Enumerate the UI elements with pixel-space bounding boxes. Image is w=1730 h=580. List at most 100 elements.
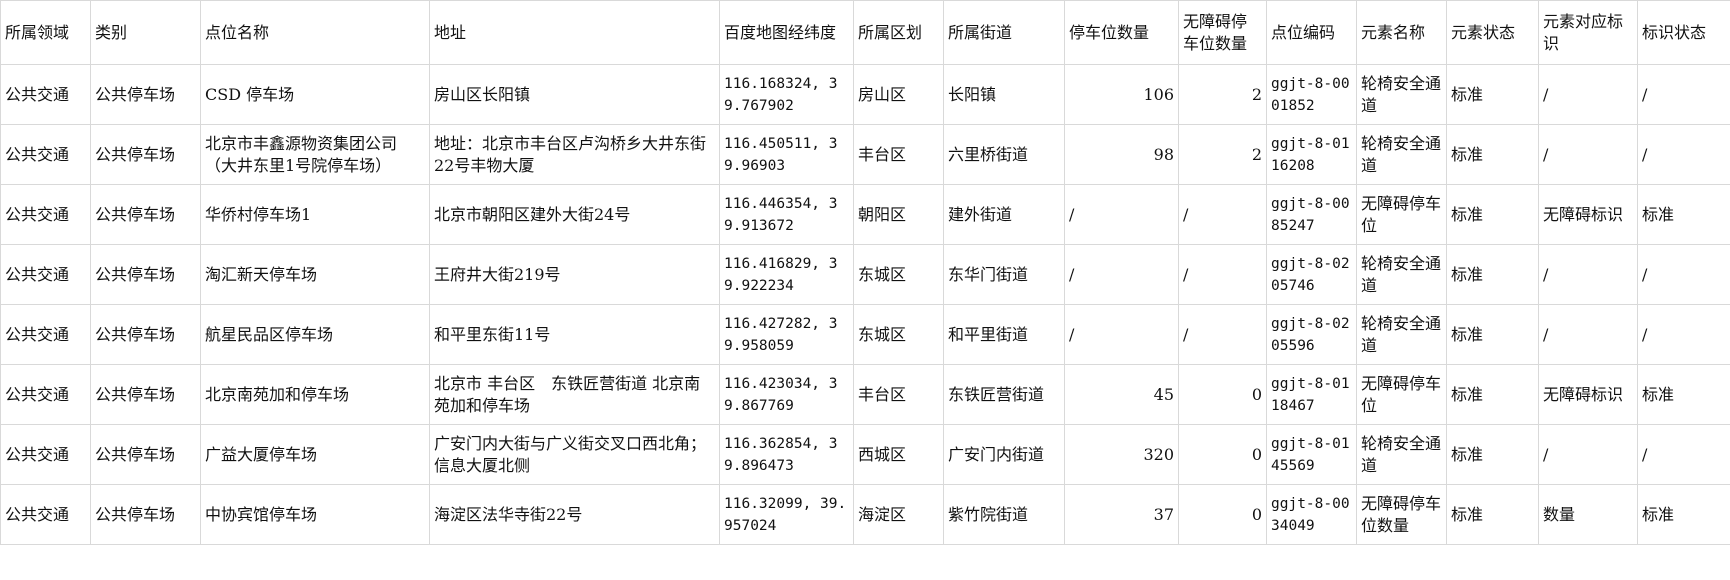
header-cell[interactable]: 类别 <box>90 0 201 65</box>
cell-domain[interactable]: 公共交通 <box>0 124 91 185</box>
cell-street[interactable]: 六里桥街道 <box>943 124 1065 185</box>
header-cell[interactable]: 所属街道 <box>943 0 1065 65</box>
cell-district[interactable]: 朝阳区 <box>853 184 944 245</box>
cell-parking-count[interactable]: 98 <box>1064 124 1179 185</box>
header-cell[interactable]: 标识状态 <box>1637 0 1730 65</box>
cell-accessible-count[interactable]: 2 <box>1178 64 1267 125</box>
cell-parking-count[interactable]: 106 <box>1064 64 1179 125</box>
cell-coordinates[interactable]: 116.32099, 39.957024 <box>719 484 854 545</box>
header-cell[interactable]: 所属区划 <box>853 0 944 65</box>
cell-street[interactable]: 东铁匠营街道 <box>943 364 1065 425</box>
cell-category[interactable]: 公共停车场 <box>90 304 201 365</box>
header-cell[interactable]: 点位编码 <box>1266 0 1357 65</box>
cell-coordinates[interactable]: 116.450511, 39.96903 <box>719 124 854 185</box>
cell-site-code[interactable]: ggjt-8-0001852 <box>1266 64 1357 125</box>
cell-sign-status[interactable]: 标准 <box>1637 484 1730 545</box>
header-cell[interactable]: 元素对应标识 <box>1538 0 1638 65</box>
cell-accessible-count[interactable]: 2 <box>1178 124 1267 185</box>
cell-sign-status[interactable]: / <box>1637 244 1730 305</box>
cell-site-code[interactable]: ggjt-8-0205596 <box>1266 304 1357 365</box>
cell-element-sign[interactable]: / <box>1538 304 1638 365</box>
cell-element-name[interactable]: 无障碍停车位 <box>1356 184 1447 245</box>
cell-parking-count[interactable]: 320 <box>1064 424 1179 485</box>
cell-domain[interactable]: 公共交通 <box>0 304 91 365</box>
cell-element-name[interactable]: 轮椅安全通道 <box>1356 424 1447 485</box>
cell-site-name[interactable]: 北京市丰鑫源物资集团公司（大井东里1号院停车场） <box>200 124 430 185</box>
cell-parking-count[interactable]: / <box>1064 304 1179 365</box>
cell-domain[interactable]: 公共交通 <box>0 484 91 545</box>
cell-district[interactable]: 房山区 <box>853 64 944 125</box>
cell-sign-status[interactable]: 标准 <box>1637 184 1730 245</box>
cell-accessible-count[interactable]: 0 <box>1178 424 1267 485</box>
cell-coordinates[interactable]: 116.416829, 39.922234 <box>719 244 854 305</box>
cell-sign-status[interactable]: / <box>1637 424 1730 485</box>
cell-category[interactable]: 公共停车场 <box>90 64 201 125</box>
cell-sign-status[interactable]: / <box>1637 124 1730 185</box>
cell-accessible-count[interactable]: 0 <box>1178 484 1267 545</box>
cell-element-status[interactable]: 标准 <box>1446 364 1539 425</box>
cell-site-name[interactable]: 广益大厦停车场 <box>200 424 430 485</box>
cell-parking-count[interactable]: 45 <box>1064 364 1179 425</box>
cell-coordinates[interactable]: 116.362854, 39.896473 <box>719 424 854 485</box>
cell-element-status[interactable]: 标准 <box>1446 64 1539 125</box>
cell-coordinates[interactable]: 116.168324, 39.767902 <box>719 64 854 125</box>
cell-domain[interactable]: 公共交通 <box>0 64 91 125</box>
cell-accessible-count[interactable]: 0 <box>1178 364 1267 425</box>
cell-district[interactable]: 海淀区 <box>853 484 944 545</box>
cell-element-status[interactable]: 标准 <box>1446 184 1539 245</box>
cell-element-name[interactable]: 无障碍停车位 <box>1356 364 1447 425</box>
cell-district[interactable]: 东城区 <box>853 244 944 305</box>
cell-site-code[interactable]: ggjt-8-0085247 <box>1266 184 1357 245</box>
cell-category[interactable]: 公共停车场 <box>90 124 201 185</box>
cell-category[interactable]: 公共停车场 <box>90 364 201 425</box>
cell-street[interactable]: 东华门街道 <box>943 244 1065 305</box>
cell-district[interactable]: 西城区 <box>853 424 944 485</box>
cell-element-status[interactable]: 标准 <box>1446 124 1539 185</box>
cell-site-code[interactable]: ggjt-8-0118467 <box>1266 364 1357 425</box>
header-cell[interactable]: 百度地图经纬度 <box>719 0 854 65</box>
cell-element-sign[interactable]: / <box>1538 64 1638 125</box>
cell-category[interactable]: 公共停车场 <box>90 424 201 485</box>
cell-element-sign[interactable]: 数量 <box>1538 484 1638 545</box>
cell-element-sign[interactable]: / <box>1538 424 1638 485</box>
cell-sign-status[interactable]: / <box>1637 304 1730 365</box>
cell-district[interactable]: 丰台区 <box>853 364 944 425</box>
cell-element-status[interactable]: 标准 <box>1446 244 1539 305</box>
cell-element-name[interactable]: 轮椅安全通道 <box>1356 304 1447 365</box>
cell-street[interactable]: 建外街道 <box>943 184 1065 245</box>
cell-street[interactable]: 紫竹院街道 <box>943 484 1065 545</box>
cell-address[interactable]: 广安门内大街与广义街交叉口西北角；信息大厦北侧 <box>429 424 720 485</box>
cell-parking-count[interactable]: / <box>1064 184 1179 245</box>
cell-domain[interactable]: 公共交通 <box>0 244 91 305</box>
cell-site-name[interactable]: CSD 停车场 <box>200 64 430 125</box>
cell-site-code[interactable]: ggjt-8-0034049 <box>1266 484 1357 545</box>
cell-coordinates[interactable]: 116.446354, 39.913672 <box>719 184 854 245</box>
cell-address[interactable]: 地址：北京市丰台区卢沟桥乡大井东街22号丰物大厦 <box>429 124 720 185</box>
cell-address[interactable]: 北京市朝阳区建外大街24号 <box>429 184 720 245</box>
cell-category[interactable]: 公共停车场 <box>90 484 201 545</box>
cell-sign-status[interactable]: 标准 <box>1637 364 1730 425</box>
cell-element-status[interactable]: 标准 <box>1446 484 1539 545</box>
cell-site-code[interactable]: ggjt-8-0145569 <box>1266 424 1357 485</box>
header-cell[interactable]: 元素状态 <box>1446 0 1539 65</box>
header-cell[interactable]: 所属领域 <box>0 0 91 65</box>
header-cell[interactable]: 停车位数量 <box>1064 0 1179 65</box>
cell-element-name[interactable]: 轮椅安全通道 <box>1356 124 1447 185</box>
cell-accessible-count[interactable]: / <box>1178 244 1267 305</box>
cell-district[interactable]: 丰台区 <box>853 124 944 185</box>
cell-element-sign[interactable]: / <box>1538 124 1638 185</box>
cell-coordinates[interactable]: 116.423034, 39.867769 <box>719 364 854 425</box>
header-cell[interactable]: 无障碍停车位数量 <box>1178 0 1267 65</box>
header-cell[interactable]: 地址 <box>429 0 720 65</box>
cell-site-code[interactable]: ggjt-8-0205746 <box>1266 244 1357 305</box>
cell-parking-count[interactable]: 37 <box>1064 484 1179 545</box>
cell-element-sign[interactable]: 无障碍标识 <box>1538 184 1638 245</box>
cell-address[interactable]: 王府井大街219号 <box>429 244 720 305</box>
cell-element-name[interactable]: 轮椅安全通道 <box>1356 64 1447 125</box>
cell-element-sign[interactable]: / <box>1538 244 1638 305</box>
cell-element-name[interactable]: 无障碍停车位数量 <box>1356 484 1447 545</box>
cell-domain[interactable]: 公共交通 <box>0 424 91 485</box>
cell-address[interactable]: 海淀区法华寺街22号 <box>429 484 720 545</box>
cell-accessible-count[interactable]: / <box>1178 304 1267 365</box>
cell-street[interactable]: 长阳镇 <box>943 64 1065 125</box>
